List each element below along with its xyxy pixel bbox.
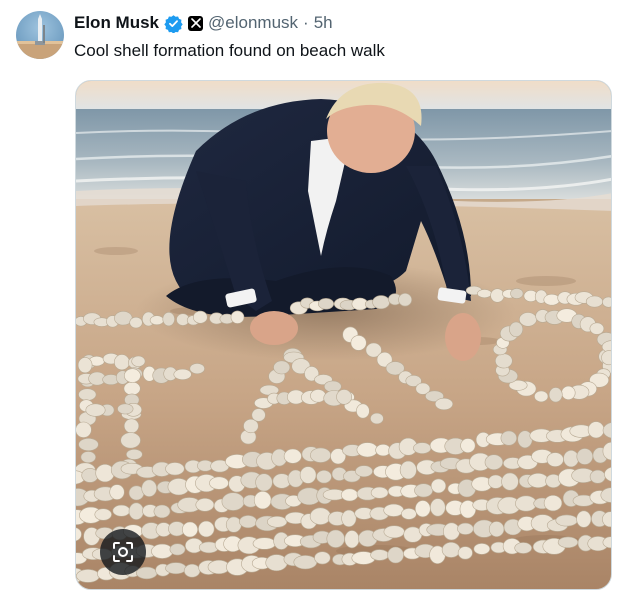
- x-logo-icon: [188, 15, 204, 31]
- tweet-header: Elon Musk @elonmusk · 5h: [74, 13, 333, 33]
- author-name[interactable]: Elon Musk: [74, 13, 159, 33]
- image-search-button[interactable]: [100, 529, 146, 575]
- verified-badge-icon: [164, 14, 183, 33]
- rocket-avatar-image: [16, 14, 64, 59]
- tweet-media[interactable]: [75, 80, 612, 590]
- meta-separator: ·: [303, 13, 309, 32]
- media-image: [76, 81, 611, 589]
- tweet-text: Cool shell formation found on beach walk: [74, 41, 385, 60]
- image-search-icon: [113, 542, 133, 562]
- tweet-time[interactable]: 5h: [314, 13, 333, 33]
- author-handle[interactable]: @elonmusk: [208, 13, 298, 33]
- avatar[interactable]: [16, 11, 64, 59]
